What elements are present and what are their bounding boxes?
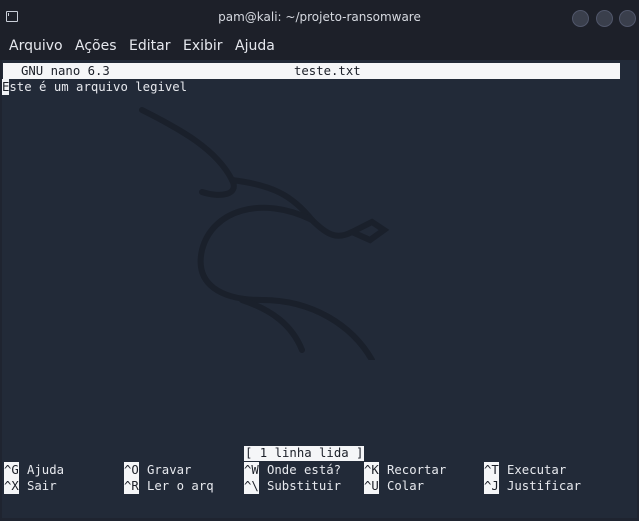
title-bar: pam@kali: ~/projeto-ransomware [0,0,639,37]
shortcut-exit[interactable]: ^X Sair [4,478,57,494]
nano-filename: teste.txt [294,64,361,78]
menu-editar[interactable]: Editar [129,38,170,54]
menu-arquivo[interactable]: Arquivo [9,38,63,54]
status-message: [ 1 linha lida ] [244,446,365,461]
shortcut-replace[interactable]: ^\ Substituir [244,478,341,494]
shortcut-help[interactable]: ^G Ajuda [4,462,64,478]
editor-line-text: ste é um arquivo legivel [9,80,188,94]
menu-bar: Arquivo Ações Editar Exibir Ajuda [0,36,639,60]
shortcut-justify[interactable]: ^J Justificar [484,478,581,494]
shortcut-read-file[interactable]: ^R Ler o arq [124,478,214,494]
minimize-button[interactable] [572,10,589,27]
close-button[interactable] [619,10,636,27]
menu-exibir[interactable]: Exibir [183,38,223,54]
shortcut-execute[interactable]: ^T Executar [484,462,566,478]
shortcut-cut[interactable]: ^K Recortar [364,462,446,478]
terminal-area[interactable]: GNU nano 6.3 teste.txt Este é um arquivo… [2,60,637,518]
shortcut-search[interactable]: ^W Onde está? [244,462,341,478]
maximize-button[interactable] [596,10,613,27]
shortcut-paste[interactable]: ^U Colar [364,478,424,494]
window-title: pam@kali: ~/projeto-ransomware [218,10,421,24]
kali-dragon-icon [139,107,390,360]
menu-ajuda[interactable]: Ajuda [235,38,275,54]
editor-line[interactable]: Este é um arquivo legivel [2,79,187,95]
menu-acoes[interactable]: Ações [75,38,117,54]
nano-version: GNU nano 6.3 [21,64,110,78]
nano-header: GNU nano 6.3 teste.txt [3,63,620,79]
shortcut-save[interactable]: ^O Gravar [124,462,191,478]
